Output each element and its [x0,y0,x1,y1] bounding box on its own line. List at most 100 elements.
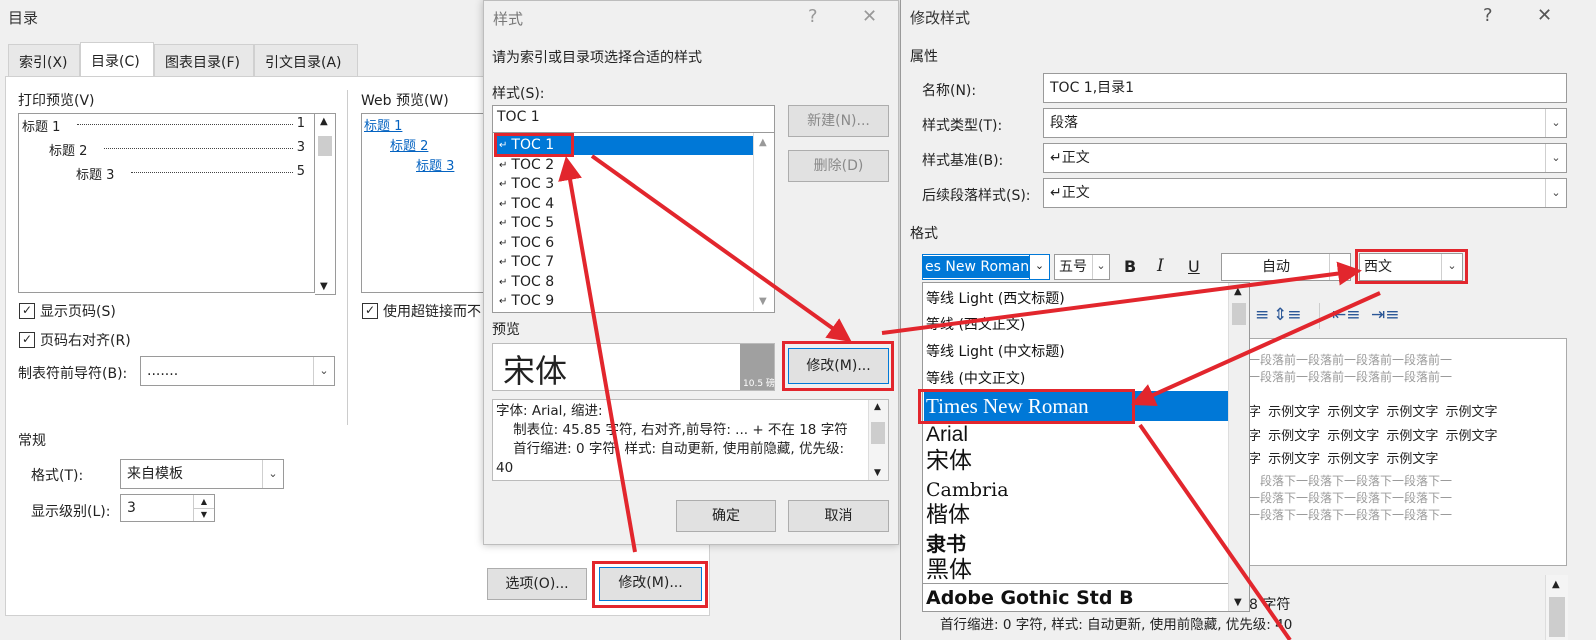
chevron-down-icon[interactable]: ⌄ [1029,255,1049,279]
help-icon[interactable]: ? [808,6,818,27]
right-align-checkbox[interactable]: ✓ [19,332,35,348]
options-button[interactable]: 选项(O)... [487,568,587,600]
preview-box: 宋体 10.5 磅 [492,343,775,391]
scroll-up-icon[interactable]: ▲ [759,137,767,148]
levels-label: 显示级别(L): [31,504,111,520]
scroll-thumb[interactable] [318,136,332,156]
tab-citations[interactable]: 引文目录(A) [254,44,358,76]
font-list-item[interactable]: 等线 Light (西文标题) [924,287,1231,311]
scroll-down-icon[interactable]: ▼ [320,281,328,292]
ok-button[interactable]: 确定 [676,500,776,532]
toolbar-divider [1319,303,1320,329]
style-list-item[interactable]: ↵ TOC 3 [495,175,753,194]
font-list-item[interactable]: 黑体 [924,556,1231,584]
description-scrollbar[interactable]: ▲ ▼ [868,400,888,480]
style-list-item[interactable]: ↵ TOC 7 [495,253,753,272]
chevron-down-icon[interactable]: ⌄ [262,460,283,488]
line-spacing-icon[interactable]: ⇕≡ [1273,305,1302,325]
close-icon[interactable]: ✕ [862,6,877,27]
style-list-item[interactable]: ↵ TOC 9 [495,292,753,311]
print-preview-line-1: 标题 11 [22,116,305,135]
font-list-item[interactable]: 楷体 [924,502,1231,530]
show-page-numbers-checkbox[interactable]: ✓ [19,303,35,319]
modify-dialog-title: 修改样式 [910,9,971,27]
scroll-thumb[interactable] [871,422,885,444]
italic-button[interactable]: I [1157,256,1164,276]
underline-button[interactable]: U [1188,257,1200,276]
style-list-item[interactable]: ↵ TOC 4 [495,195,753,214]
modify-desc-line-1: 8 字符 [1249,597,1291,613]
chevron-down-icon[interactable]: ⌄ [1545,179,1566,207]
font-list-item[interactable]: 等线 Light (中文标题) [924,340,1231,364]
format-value: 来自模板 [127,466,183,482]
font-list-item[interactable]: 宋体 [924,447,1231,475]
scroll-up-icon[interactable]: ▲ [874,402,881,412]
style-list-item[interactable]: ↵ TOC 6 [495,234,753,253]
font-list-item[interactable]: Cambria [924,477,1231,503]
chevron-down-icon[interactable]: ⌄ [1092,255,1109,279]
style-type-select[interactable]: 段落 ⌄ [1043,108,1567,138]
increase-indent-icon[interactable]: ⇥≡ [1371,305,1400,325]
bold-button[interactable]: B [1124,257,1136,276]
script-highlight [1355,249,1468,284]
spin-up-icon[interactable]: ▲ [193,495,214,509]
font-list-item[interactable]: Arial [924,422,1231,448]
style-list-item[interactable]: ↵ TOC 5 [495,214,753,233]
general-label: 常规 [18,433,46,449]
font-list-item[interactable]: 等线 (西文正文) [924,313,1231,337]
web-link-3[interactable]: 标题 3 [416,155,454,174]
new-style-button[interactable]: 新建(N)... [788,105,889,137]
decrease-indent-icon[interactable]: ⇤≡ [1332,305,1361,325]
font-list-item[interactable]: Adobe Gothic Std B [924,585,1231,611]
chevron-down-icon[interactable]: ⌄ [1545,144,1566,172]
web-link-1[interactable]: 标题 1 [364,115,402,134]
scroll-down-icon[interactable]: ▼ [759,296,767,307]
spin-down-icon[interactable]: ▼ [193,508,214,521]
font-list-scrollbar[interactable]: ▲ ▼ [1228,283,1249,611]
web-link-2[interactable]: 标题 2 [390,135,428,154]
styles-input-value: TOC 1 [497,109,540,125]
font-list-item[interactable]: 等线 (中文正文) [924,367,1231,391]
print-preview-scrollbar[interactable]: ▲ ▼ [315,113,336,295]
scroll-down-icon[interactable]: ▼ [1234,597,1242,608]
style-list-item[interactable]: ↵ TOC 8 [495,273,753,292]
style-list-item-label: TOC 9 [511,293,555,309]
times-new-roman-highlight [918,389,1135,424]
font-select[interactable]: es New Roman ⌄ [922,254,1050,280]
chevron-down-icon[interactable]: ⌄ [313,357,334,385]
next-style-select[interactable]: ↵正文 ⌄ [1043,178,1567,208]
cancel-button[interactable]: 取消 [788,500,889,532]
scroll-up-icon[interactable]: ▲ [320,116,328,127]
format-select[interactable]: 来自模板 ⌄ [120,459,284,489]
chevron-down-icon[interactable]: ⌄ [1545,109,1566,137]
tab-index[interactable]: 索引(X) [8,44,80,76]
font-list-item[interactable]: 隶书 [924,531,1231,557]
scroll-up-icon[interactable]: ▲ [1234,286,1242,297]
modify-desc-scrollbar[interactable]: ▲ [1545,575,1568,640]
scroll-up-icon[interactable]: ▲ [1552,579,1560,590]
tab-toc[interactable]: 目录(C) [80,42,154,77]
size-select[interactable]: 五号 ⌄ [1054,254,1110,280]
scroll-down-icon[interactable]: ▼ [874,468,881,478]
style-dialog: 样式 ? ✕ 请为索引或目录项选择合适的样式 样式(S): TOC 1 ↵ TOC… [483,0,899,545]
style-list-item[interactable]: ↵ TOC 2 [495,156,753,175]
color-select[interactable]: 自动 ⌄ [1221,253,1351,281]
help-icon[interactable]: ? [1483,5,1493,26]
close-icon[interactable]: ✕ [1537,5,1552,26]
styles-list-scrollbar[interactable]: ▲ ▼ [753,133,774,311]
align-icon[interactable]: ≡ [1255,305,1269,325]
tab-leader-select[interactable]: ....... ⌄ [140,356,335,386]
name-input[interactable]: TOC 1,目录1 [1043,73,1567,103]
based-on-select[interactable]: ↵正文 ⌄ [1043,143,1567,173]
levels-spinner[interactable]: 3 ▲ ▼ [120,494,215,522]
tab-figures[interactable]: 图表目录(F) [154,44,254,76]
paragraph-mark-icon: ↵ [499,218,508,229]
print-preview-line-2: 标题 23 [49,140,305,159]
scroll-thumb[interactable] [1232,303,1246,325]
use-hyperlinks-checkbox[interactable]: ✓ [362,303,378,319]
delete-style-button[interactable]: 删除(D) [788,150,889,182]
styles-input[interactable]: TOC 1 [492,105,775,133]
tab-toc-label: 目录(C) [91,54,140,70]
chevron-down-icon[interactable]: ⌄ [1329,254,1350,280]
scroll-thumb[interactable] [1549,597,1565,637]
